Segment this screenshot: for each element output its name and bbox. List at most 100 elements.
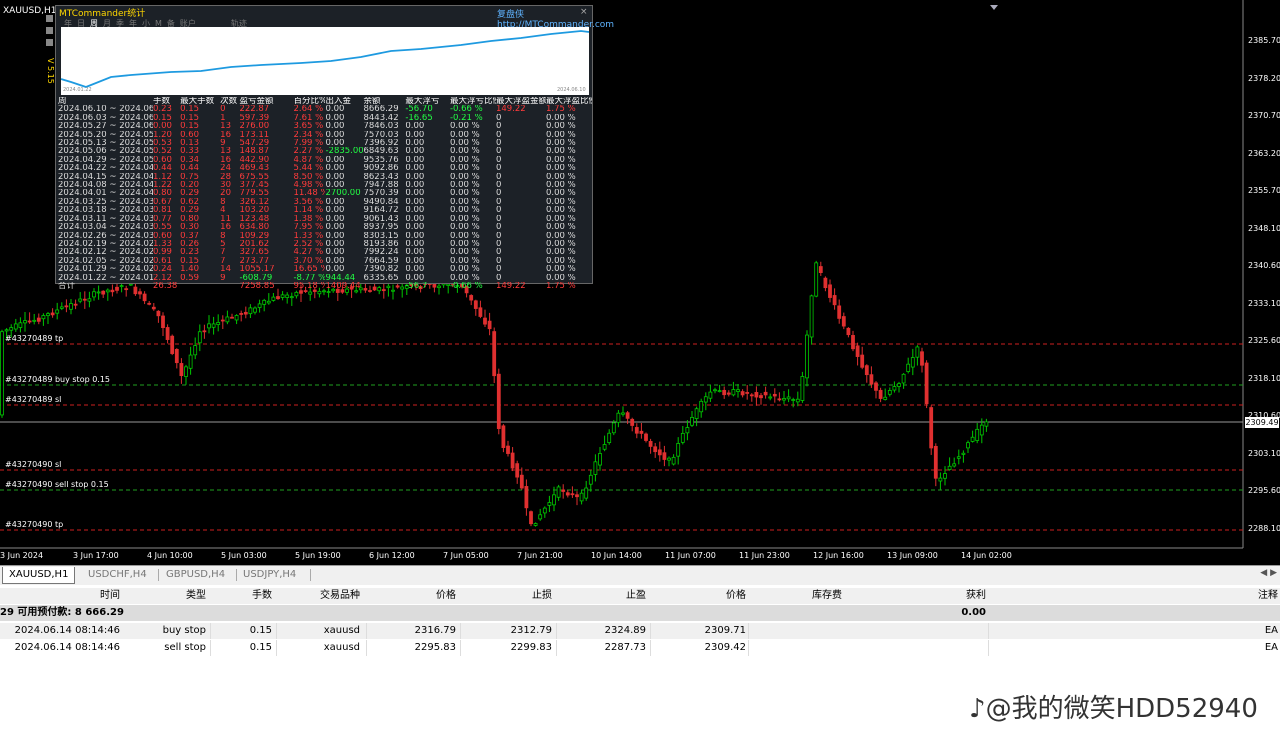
order-price: 2295.83	[414, 642, 456, 653]
candle-body	[487, 320, 492, 330]
close-icon[interactable]: ×	[580, 7, 590, 17]
col-current-price[interactable]: 价格	[690, 588, 746, 604]
candle-body	[708, 391, 713, 399]
candle-body	[184, 366, 188, 377]
stats-cell: -2835.00	[325, 147, 364, 156]
order-row[interactable]: 2024.06.14 08:14:46 sell stop 0.15 xauus…	[0, 640, 1280, 656]
stats-cell: 0.00 %	[449, 164, 480, 173]
stats-cell: 16.65 %	[293, 265, 326, 274]
tab-scroll-arrows[interactable]: ◀ ▶	[1260, 568, 1277, 578]
candle-body	[832, 295, 837, 306]
order-row[interactable]: 2024.06.14 08:14:46 buy stop 0.15 xauusd…	[0, 623, 1280, 639]
candle-body	[952, 463, 957, 467]
stats-row: 2024.06.03 ~ 2024.06.090.150.151597.397.…	[58, 114, 592, 122]
candle-body	[869, 374, 874, 385]
column-divider	[210, 640, 211, 656]
candle-body	[239, 313, 244, 315]
col-profit[interactable]: 获利	[930, 588, 986, 604]
stats-cell: 0	[495, 122, 502, 131]
col-type[interactable]: 类型	[150, 588, 206, 604]
stats-cell: 0.23	[153, 105, 172, 114]
stats-cell: 0	[495, 113, 502, 123]
balance-text: 29 可用预付款: 8 666.29	[0, 607, 124, 618]
stats-cell: 0	[495, 239, 502, 249]
stats-header: 最大浮盈比例	[545, 97, 592, 106]
stats-cell: 779.55	[239, 189, 270, 198]
stats-cell: 0.00	[405, 248, 425, 257]
stats-cell: 0.00 %	[545, 265, 576, 274]
candle-body	[266, 300, 271, 304]
price-tick-label: 2363.20	[1248, 148, 1280, 158]
stats-cell: 0.00 %	[449, 189, 480, 198]
stats-cell: -16.65	[405, 113, 433, 123]
candle-body	[777, 398, 782, 401]
candle-body	[588, 474, 593, 485]
stats-cell: 11	[220, 214, 231, 224]
stats-cell: 7396.92	[363, 139, 399, 148]
candle-body	[915, 346, 920, 358]
stats-cell: 0.52	[153, 147, 172, 156]
candle-body	[542, 507, 547, 514]
col-comment[interactable]: 注释	[1240, 588, 1278, 604]
stats-row: 2024.04.08 ~ 2024.04.141.22 0.20 30 377.45 4…	[58, 181, 592, 189]
candle-body	[257, 303, 262, 308]
candle-body	[165, 327, 170, 340]
time-tick-label: 10 Jun 14:00	[591, 551, 642, 560]
list-icon[interactable]	[46, 27, 53, 34]
time-tick-label: 3 Jun 17:00	[73, 551, 119, 560]
stats-cell: 1.14 %	[293, 206, 324, 215]
stats-cell: 2024.06.10 ~ 2024.06.16	[58, 105, 153, 114]
curve-end-date: 2024.06.10	[557, 87, 586, 93]
tab-usdjpy[interactable]: USDJPY,H4	[237, 567, 302, 583]
price-axis[interactable]: 2385.70 2378.20 2370.70 2363.20 2355.70 2348.…	[1243, 0, 1280, 548]
price-chart[interactable]: XAUUSD,H1 #43270489 tp #43270489 buy stop…	[0, 0, 1280, 565]
stats-cell: 0.53	[153, 139, 172, 148]
tab-xauusd[interactable]: XAUUSD,H1	[2, 567, 76, 584]
time-axis[interactable]: 3 Jun 2024 3 Jun 17:00 4 Jun 10:00 5 Jun 03…	[0, 549, 1243, 565]
candle-body	[289, 296, 294, 299]
candle-body	[87, 298, 92, 302]
stats-cell: 0.00	[405, 197, 425, 207]
col-sl[interactable]: 止损	[500, 588, 552, 604]
stats-cell: 148.87	[239, 147, 270, 156]
candle-body	[607, 432, 612, 444]
candle-body	[280, 294, 285, 298]
stats-row: 2024.05.27 ~ 2024.06.020.000.1513276.003…	[58, 122, 592, 130]
stats-cell: 0.00	[325, 155, 345, 165]
column-divider	[988, 640, 989, 656]
candle-body	[207, 323, 211, 329]
stats-cell: 1.33 %	[293, 231, 324, 240]
stats-cell: 0.00	[405, 164, 425, 173]
col-time[interactable]: 时间	[40, 588, 120, 604]
candle-body	[786, 396, 791, 400]
stats-cell: 13	[220, 122, 231, 131]
order-level-label: #43270490 sell stop 0.15	[5, 480, 109, 489]
mtcommander-stats-panel[interactable]: MTCommander统计 复盘侠 http://MTCommander.com…	[46, 5, 614, 290]
candle-body	[391, 289, 395, 292]
col-swap[interactable]: 库存费	[790, 588, 842, 604]
stats-cell: 30	[220, 181, 231, 190]
candle-body	[874, 382, 878, 391]
tab-gbpusd[interactable]: GBPUSD,H4	[160, 567, 231, 583]
tab-usdchf[interactable]: USDCHF,H4	[82, 567, 153, 583]
column-divider	[748, 623, 749, 639]
candle-body	[519, 474, 524, 489]
stats-cell: 16	[220, 130, 231, 140]
panel-side-toolbar[interactable]	[46, 15, 54, 51]
chart-icon[interactable]	[46, 39, 53, 46]
stats-cell: 1.75 %	[545, 105, 576, 114]
stats-cell: 0.00 %	[545, 239, 576, 249]
stats-cell: 0.00 %	[545, 206, 576, 215]
candle-body	[680, 432, 685, 443]
stats-header-row: 周 手数 最大手数 次数 盈亏金额 百分比% 出入金 余额 最大浮亏 最大浮亏比例 最大浮盈金额 最大…	[58, 97, 592, 105]
stats-row: 2024.06.10 ~ 2024.06.160.23 0.15 0 222.87 2.…	[58, 105, 592, 113]
col-symbol[interactable]: 交易品种	[290, 588, 360, 604]
stats-cell: 0.99	[153, 248, 172, 257]
col-tp[interactable]: 止盈	[590, 588, 646, 604]
calendar-icon[interactable]	[46, 15, 53, 22]
stats-cell: 4.27 %	[293, 248, 324, 257]
col-volume[interactable]: 手数	[220, 588, 272, 604]
col-price[interactable]: 价格	[400, 588, 456, 604]
candle-body	[55, 309, 60, 314]
stats-cell: 0.00 %	[449, 256, 480, 266]
